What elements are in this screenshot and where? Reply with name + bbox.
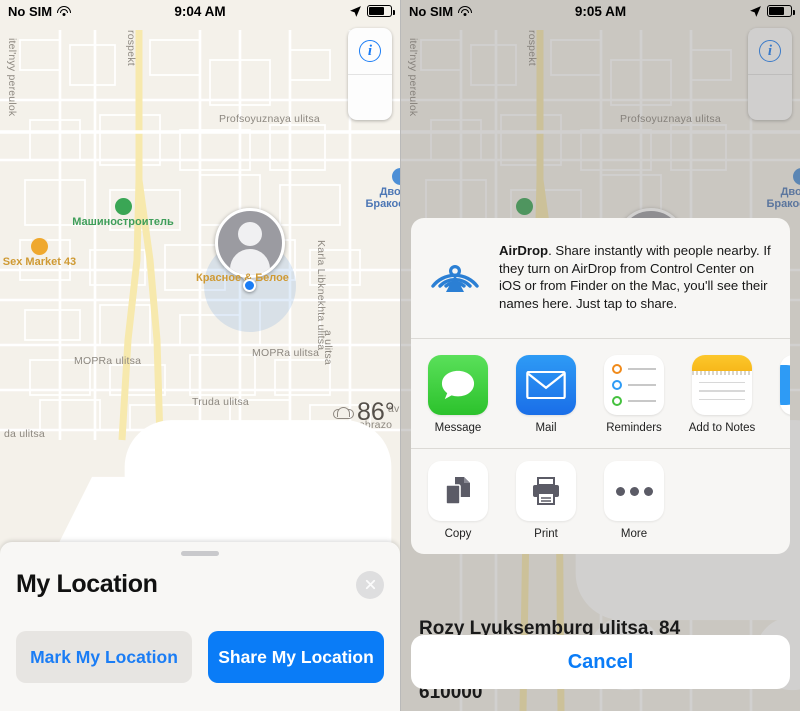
page-title: My Location	[16, 570, 158, 598]
battery-icon	[367, 5, 395, 17]
building-icon	[391, 168, 400, 185]
right-screen: itel'nyy pereulok rospekt Profsoyuznaya …	[400, 0, 800, 711]
location-arrow-icon	[348, 28, 392, 120]
current-location-dot	[243, 279, 256, 292]
action-label: More	[620, 528, 648, 540]
cloud-icon	[333, 406, 354, 419]
message-icon	[428, 355, 488, 415]
notes-icon	[692, 355, 752, 415]
mail-icon	[516, 355, 576, 415]
share-target-message[interactable]: Message	[427, 355, 489, 434]
location-arrow-icon	[350, 5, 361, 17]
action-more[interactable]: More	[603, 461, 665, 540]
person-silhouette-icon	[230, 211, 270, 275]
map-street-label: Profsoyuznaya ulitsa	[219, 113, 320, 125]
action-print[interactable]: Print	[515, 461, 577, 540]
share-my-location-button[interactable]: Share My Location	[208, 631, 384, 683]
airdrop-icon	[431, 265, 479, 292]
status-bar-right: No SIM 9:05 AM	[401, 0, 800, 22]
avatar	[215, 208, 285, 278]
poi-dvorets[interactable]: Дворец Бракосочета	[345, 168, 400, 210]
sheet-grabber[interactable]	[181, 551, 219, 556]
action-label: Print	[534, 528, 558, 540]
poi-sex-market[interactable]: Sex Market 43	[0, 238, 326, 711]
app-label: Message	[434, 422, 482, 434]
clock-label: 9:05 AM	[574, 3, 627, 19]
app-label: Mail	[535, 422, 557, 434]
map-street-label: rospekt	[125, 30, 137, 66]
weather-widget: 86°	[333, 398, 395, 427]
airdrop-title: AirDrop	[499, 243, 549, 258]
app-label: Reminders	[606, 422, 662, 434]
map-street-label: itel'nyy pereulok	[6, 38, 18, 117]
app-label: Add to Notes	[688, 422, 756, 434]
mark-my-location-button[interactable]: Mark My Location	[16, 631, 192, 683]
my-location-sheet: My Location Mark My Location Share My Lo…	[0, 542, 400, 711]
share-target-partial[interactable]	[779, 355, 790, 434]
bus-icon	[114, 198, 392, 691]
share-sheet: AirDrop. Share instantly with people nea…	[411, 218, 790, 554]
action-copy[interactable]: Copy	[427, 461, 489, 540]
cancel-button[interactable]: Cancel	[411, 635, 790, 689]
location-arrow-icon	[750, 5, 761, 17]
print-icon	[516, 461, 576, 521]
close-icon	[365, 579, 375, 590]
temperature-label: 86°	[357, 398, 395, 426]
dual-screenshot: itel'nyy pereulok rospekt Profsoyuznaya …	[0, 0, 800, 711]
copy-icon	[428, 461, 488, 521]
status-bar-left: No SIM 9:04 AM	[0, 0, 400, 22]
map-controls: i	[348, 28, 392, 120]
airdrop-section[interactable]: AirDrop. Share instantly with people nea…	[411, 218, 790, 338]
more-icon	[604, 461, 664, 521]
left-screen: itel'nyy pereulok rospekt Profsoyuznaya …	[0, 0, 400, 711]
share-target-mail[interactable]: Mail	[515, 355, 577, 434]
airdrop-description: AirDrop. Share instantly with people nea…	[499, 238, 772, 312]
shop-icon	[31, 238, 326, 711]
close-button[interactable]	[356, 570, 384, 599]
share-target-notes[interactable]: Add to Notes	[688, 355, 756, 434]
clock-label: 9:04 AM	[174, 3, 226, 19]
share-target-reminders[interactable]: Reminders	[603, 355, 665, 434]
locate-button[interactable]	[348, 74, 392, 120]
app-share-row: Message Mail Reminders Add to Notes	[411, 339, 790, 448]
partial-app-icon	[780, 355, 790, 415]
poi-mashinostroitel[interactable]: Машиностроитель	[58, 198, 392, 691]
action-row: Copy Print More	[411, 449, 790, 554]
battery-icon	[767, 5, 795, 17]
action-label: Copy	[444, 528, 472, 540]
reminders-icon	[604, 355, 664, 415]
